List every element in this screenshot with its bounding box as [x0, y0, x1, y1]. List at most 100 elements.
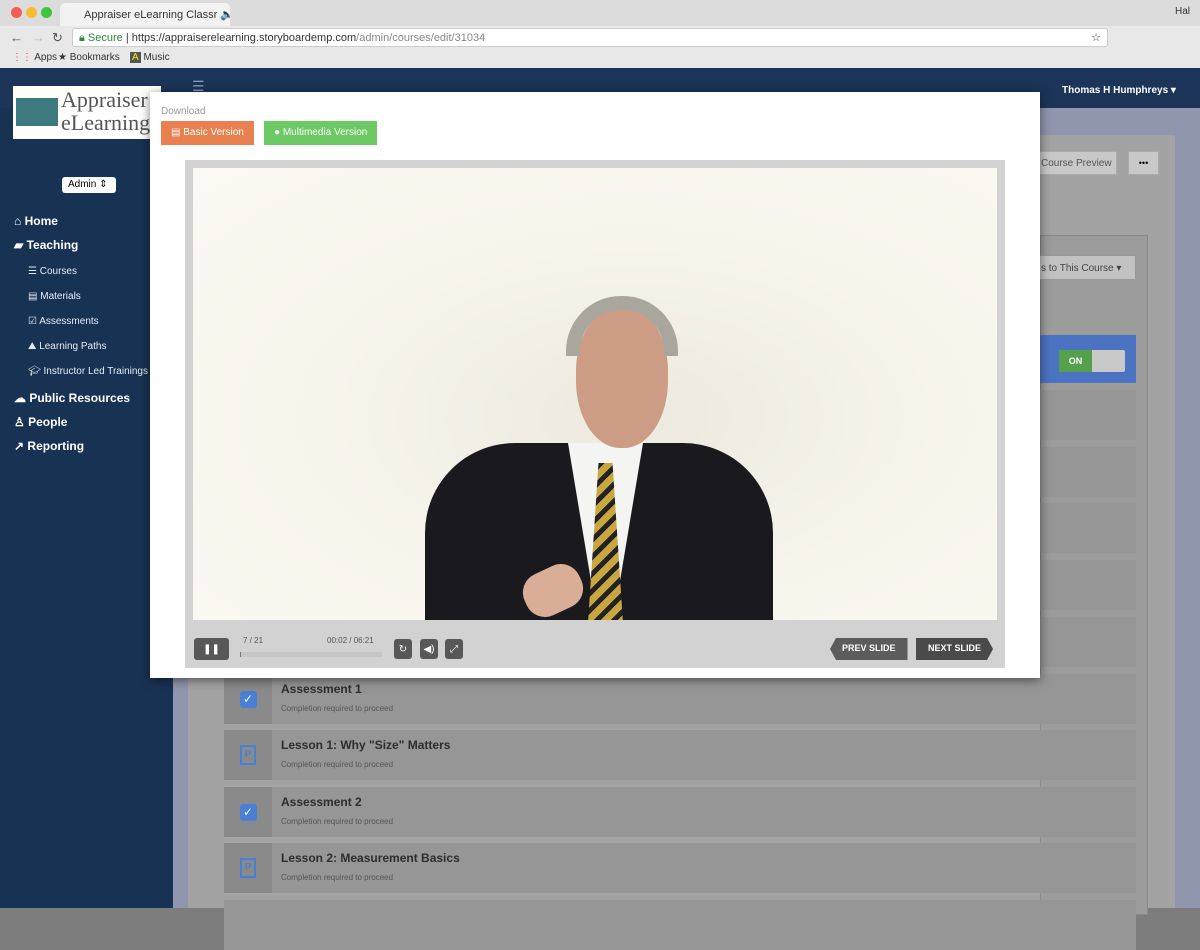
replay-icon[interactable]: ↻ [394, 639, 412, 659]
play-circle-icon: ● [274, 127, 281, 138]
bookmark-apps[interactable]: ⋮⋮ Apps [12, 52, 57, 63]
sidebar-item-public-resources[interactable]: ☁ Public Resources [14, 391, 130, 405]
course-item-row-partial[interactable] [1040, 617, 1136, 667]
sidebar-item-label: Home [24, 214, 58, 228]
forward-icon[interactable]: → [32, 30, 45, 45]
presenter-hair [566, 296, 678, 356]
course-item-row[interactable]: P Lesson 1: Why "Size" Matters Completion … [224, 730, 1136, 780]
checkbox-icon: ☑ [28, 316, 37, 327]
graduation-cap-icon: 🎓︎ [28, 366, 41, 377]
sidebar-item-materials[interactable]: ▤ Materials [28, 291, 81, 302]
assign-dropdown[interactable]: s to This Course ▾ [1030, 255, 1136, 280]
book-icon: ▰ [14, 238, 24, 252]
presentation-file-icon: P [240, 745, 256, 765]
course-preview-button[interactable]: Course Preview [1032, 151, 1117, 175]
basic-version-label: Basic Version [183, 127, 244, 138]
role-select[interactable]: Admin ⇕ [62, 177, 116, 193]
sidebar-item-label: Teaching [26, 238, 79, 252]
video-area[interactable] [193, 168, 997, 620]
sidebar-item-teaching[interactable]: ▰ Teaching [14, 238, 78, 252]
item-icon-box: P [224, 730, 272, 780]
close-window-button[interactable] [11, 7, 22, 18]
person-icon: ♙ [14, 415, 25, 429]
bookmark-label: Music [143, 52, 170, 63]
url-path: /admin/courses/edit/31034 [356, 32, 486, 44]
course-item-row-partial[interactable] [1040, 560, 1136, 610]
reload-icon[interactable]: ↻ [52, 30, 63, 46]
multimedia-version-button[interactable]: ● Multimedia Version [264, 121, 378, 145]
prev-slide-button[interactable]: PREV SLIDE [830, 638, 908, 660]
fullscreen-icon[interactable]: ⤢ [445, 639, 463, 659]
role-value: Admin [68, 179, 97, 190]
logo: Appraiser eLearning [13, 86, 161, 139]
bookmark-label: Apps [34, 52, 58, 63]
course-item-row[interactable]: ✓ Assessment 2 Completion required to proc… [224, 787, 1136, 837]
pause-button[interactable]: ❚❚ [194, 638, 229, 660]
slide-counter: 7 / 21 [243, 636, 264, 645]
basic-version-button[interactable]: ▤ Basic Version [161, 121, 254, 145]
file-icon: ▤ [171, 127, 181, 138]
presentation-file-icon: P [240, 858, 256, 878]
item-subtitle: Completion required to proceed [281, 760, 394, 769]
item-subtitle: Completion required to proceed [281, 873, 394, 882]
music-icon: A [130, 52, 141, 63]
bookmark-music[interactable]: A Music [130, 52, 170, 63]
logo-line1: Appraiser [61, 87, 148, 112]
profile-name[interactable]: Hal [1175, 6, 1190, 17]
multimedia-version-label: Multimedia Version [282, 127, 368, 138]
course-item-row-partial[interactable] [1040, 503, 1136, 553]
next-slide-button[interactable]: NEXT SLIDE [916, 638, 993, 660]
item-title: Lesson 1: Why "Size" Matters [281, 738, 451, 752]
course-item-row[interactable]: P Lesson 2: Measurement Basics Completion … [224, 843, 1136, 893]
item-subtitle: Completion required to proceed [281, 817, 394, 826]
on-off-toggle[interactable]: ON [1059, 350, 1125, 372]
checkbox-checked-icon: ✓ [239, 803, 257, 821]
item-icon-box: ✓ [224, 787, 272, 837]
sidebar-item-home[interactable]: ⌂ Home [14, 214, 58, 228]
minimize-window-button[interactable] [26, 7, 37, 18]
star-icon[interactable]: ☆ [1091, 31, 1101, 44]
speaker-icon: 🔈 [220, 9, 230, 21]
logo-line2: eLearning [61, 110, 151, 135]
sidebar-item-courses[interactable]: ☰ Courses [28, 266, 77, 277]
back-icon[interactable]: ← [10, 30, 23, 45]
url-host: https://appraiserelearning.storyboardemp… [131, 32, 357, 44]
course-item-row-partial[interactable] [1040, 390, 1136, 440]
volume-icon[interactable]: ◀) [420, 639, 438, 659]
browser-chrome: Appraiser eLearning Classr 🔈 ✕ Hal ← → ↻… [0, 0, 1200, 68]
address-bar[interactable]: 🔒︎ Secure | https://appraiserelearning.s… [72, 28, 1108, 47]
sidebar-item-label: Reporting [27, 439, 85, 453]
maximize-window-button[interactable] [41, 7, 52, 18]
tab-title: Appraiser eLearning Classr [84, 9, 218, 21]
sidebar-item-label: Assessments [39, 316, 99, 327]
sidebar-item-label: People [28, 415, 68, 429]
course-item-row-partial[interactable] [1040, 447, 1136, 497]
sidebar-item-instructor-led-trainings[interactable]: 🎓︎ Instructor Led Trainings [28, 366, 148, 377]
sidebar-item-label: Learning Paths [39, 341, 107, 352]
assign-dropdown-label: s to This Course [1041, 263, 1114, 274]
sidebar-item-label: Courses [39, 266, 77, 277]
slide-player: ❚❚ 7 / 21 00:02 / 06:21 ↻ ◀) ⤢ PREV SLID… [185, 160, 1005, 668]
sidebar-item-assessments[interactable]: ☑ Assessments [28, 316, 99, 327]
more-options-button[interactable]: ••• [1128, 151, 1159, 175]
sidebar-item-people[interactable]: ♙ People [14, 415, 67, 429]
sidebar-item-label: Instructor Led Trainings [43, 366, 148, 377]
course-item-row[interactable]: ✓ Assessment 1 Completion required to proc… [224, 674, 1136, 724]
sidebar-item-learning-paths[interactable]: ⛰ Learning Paths [28, 341, 106, 352]
user-menu[interactable]: Thomas H Humphreys ▾ [1062, 85, 1176, 96]
apps-grid-icon: ⋮⋮ [12, 52, 32, 63]
browser-tab[interactable]: Appraiser eLearning Classr 🔈 ✕ [60, 3, 230, 26]
secure-label: Secure [87, 32, 123, 44]
star-icon: ★ [58, 52, 67, 63]
item-title: Assessment 2 [281, 795, 362, 809]
bookmark-bookmarks[interactable]: ★ Bookmarks [58, 52, 120, 63]
time-display: 00:02 / 06:21 [327, 636, 374, 645]
sidebar-item-reporting[interactable]: ↗ Reporting [14, 439, 84, 453]
progress-bar[interactable] [240, 652, 382, 657]
preview-modal: Download ▤ Basic Version ● Multimedia Ve… [150, 92, 1040, 678]
sidebar [0, 108, 173, 908]
logo-building-icon [16, 90, 58, 134]
progress-fill [240, 652, 241, 657]
item-subtitle: Completion required to proceed [281, 704, 394, 713]
item-icon-box: P [224, 843, 272, 893]
